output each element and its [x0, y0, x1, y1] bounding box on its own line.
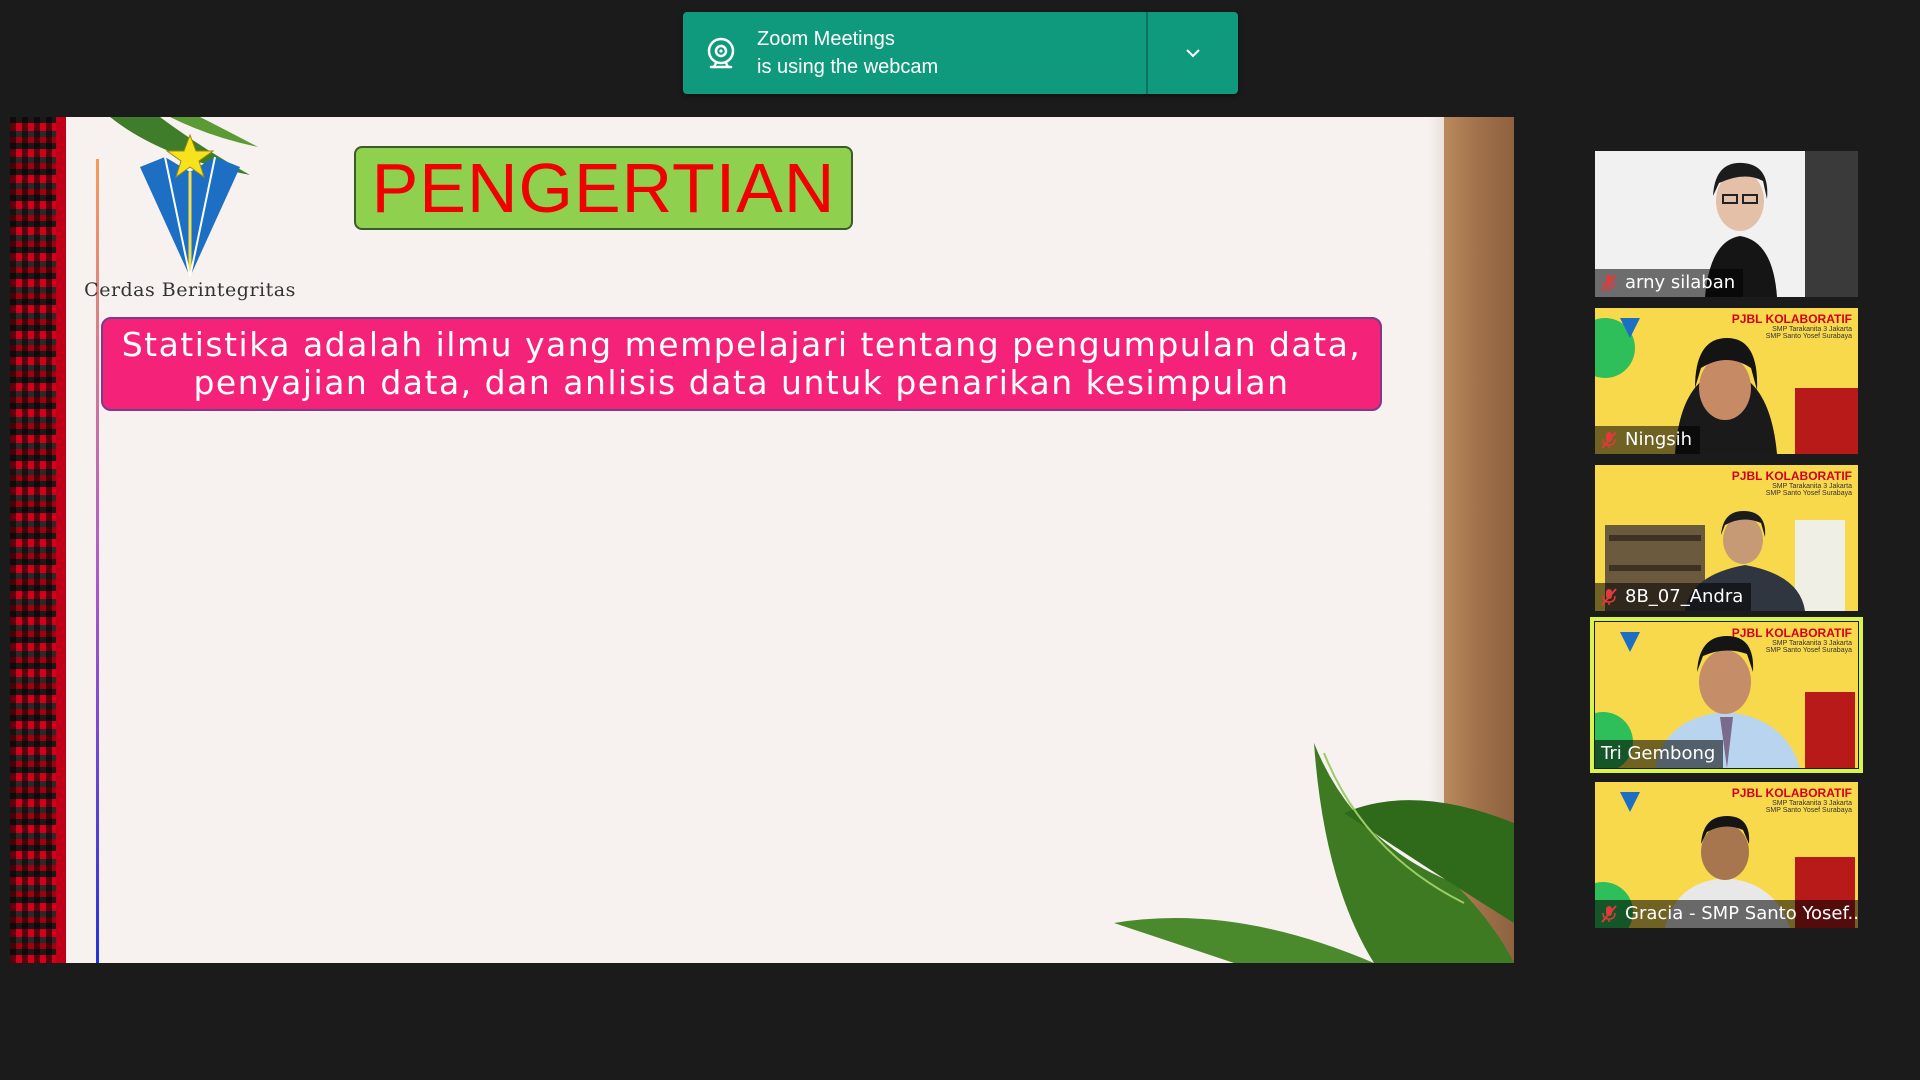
- school-logo: Cerdas Berintegritas: [70, 127, 310, 307]
- mic-muted-icon: [1601, 905, 1617, 923]
- participant-name-bar: Ningsih: [1595, 426, 1701, 454]
- participant-name: Tri Gembong: [1601, 743, 1716, 764]
- definition-box: Statistika adalah ilmu yang mempelajari …: [101, 317, 1382, 411]
- event-banner: PJBL KOLABORATIF SMP Tarakanita 3 Jakart…: [1732, 469, 1852, 497]
- participant-name-bar: arny silaban: [1595, 269, 1744, 297]
- webcam-notification[interactable]: Zoom Meetings is using the webcam: [683, 12, 1238, 94]
- plaid-border-edge: [56, 117, 66, 963]
- participant-name-bar: Tri Gembong: [1595, 740, 1724, 768]
- mic-muted-icon: [1601, 274, 1617, 292]
- event-banner-title: PJBL KOLABORATIF: [1731, 469, 1852, 483]
- diamond-star-logo-icon: [140, 133, 240, 278]
- notification-expand-button[interactable]: [1148, 12, 1238, 94]
- chevron-down-icon: [1186, 49, 1200, 58]
- event-banner-school-2: SMP Santo Yosef Surabaya: [1765, 333, 1852, 340]
- event-banner: PJBL KOLABORATIF SMP Tarakanita 3 Jakart…: [1732, 312, 1852, 340]
- participant-name-bar: Gracia - SMP Santo Yosef...: [1595, 900, 1858, 928]
- participant-name: 8B_07_Andra: [1625, 586, 1744, 607]
- leaf-decoration-bottom: [1114, 743, 1514, 963]
- notification-app-name: Zoom Meetings: [757, 28, 895, 50]
- event-banner-school-2: SMP Santo Yosef Surabaya: [1765, 807, 1852, 814]
- mic-muted-icon: [1601, 588, 1617, 606]
- slide-title: PENGERTIAN: [371, 149, 836, 227]
- logo-text: Cerdas Berintegritas: [84, 279, 296, 301]
- definition-line-1: Statistika adalah ilmu yang mempelajari …: [121, 325, 1362, 364]
- participant-tile[interactable]: PJBL KOLABORATIF SMP Tarakanita 3 Jakart…: [1595, 782, 1858, 928]
- shared-screen-slide: Cerdas Berintegritas PENGERTIAN Statisti…: [10, 117, 1514, 963]
- notification-body[interactable]: Zoom Meetings is using the webcam: [683, 12, 1146, 94]
- notification-text: Zoom Meetings is using the webcam: [757, 25, 938, 81]
- event-banner: PJBL KOLABORATIF SMP Tarakanita 3 Jakart…: [1732, 786, 1852, 814]
- participant-name: Gracia - SMP Santo Yosef...: [1625, 903, 1858, 924]
- participant-tile[interactable]: PJBL KOLABORATIF SMP Tarakanita 3 Jakart…: [1595, 308, 1858, 454]
- event-banner-school-2: SMP Santo Yosef Surabaya: [1765, 647, 1852, 654]
- participant-name: arny silaban: [1625, 272, 1736, 293]
- event-banner-school-1: SMP Tarakanita 3 Jakarta: [1772, 800, 1852, 807]
- participant-tile[interactable]: PJBL KOLABORATIF SMP Tarakanita 3 Jakart…: [1595, 465, 1858, 611]
- event-banner-title: PJBL KOLABORATIF: [1731, 786, 1852, 800]
- participant-name: Ningsih: [1625, 429, 1693, 450]
- participant-name-bar: 8B_07_Andra: [1595, 583, 1752, 611]
- event-banner-school-1: SMP Tarakanita 3 Jakarta: [1772, 640, 1852, 647]
- mic-muted-icon: [1601, 431, 1617, 449]
- participant-tile[interactable]: arny silaban: [1595, 151, 1858, 297]
- event-banner-school-2: SMP Santo Yosef Surabaya: [1765, 490, 1852, 497]
- event-banner: PJBL KOLABORATIF SMP Tarakanita 3 Jakart…: [1732, 626, 1852, 654]
- event-banner-title: PJBL KOLABORATIF: [1731, 626, 1852, 640]
- webcam-icon: [707, 37, 735, 69]
- event-banner-title: PJBL KOLABORATIF: [1731, 312, 1852, 326]
- notification-message: is using the webcam: [757, 56, 939, 78]
- event-banner-school-1: SMP Tarakanita 3 Jakarta: [1772, 326, 1852, 333]
- definition-line-2: penyajian data, dan anlisis data untuk p…: [193, 363, 1290, 402]
- slide-title-box: PENGERTIAN: [354, 146, 853, 230]
- event-banner-school-1: SMP Tarakanita 3 Jakarta: [1772, 483, 1852, 490]
- participant-tile-active-speaker[interactable]: PJBL KOLABORATIF SMP Tarakanita 3 Jakart…: [1590, 617, 1863, 773]
